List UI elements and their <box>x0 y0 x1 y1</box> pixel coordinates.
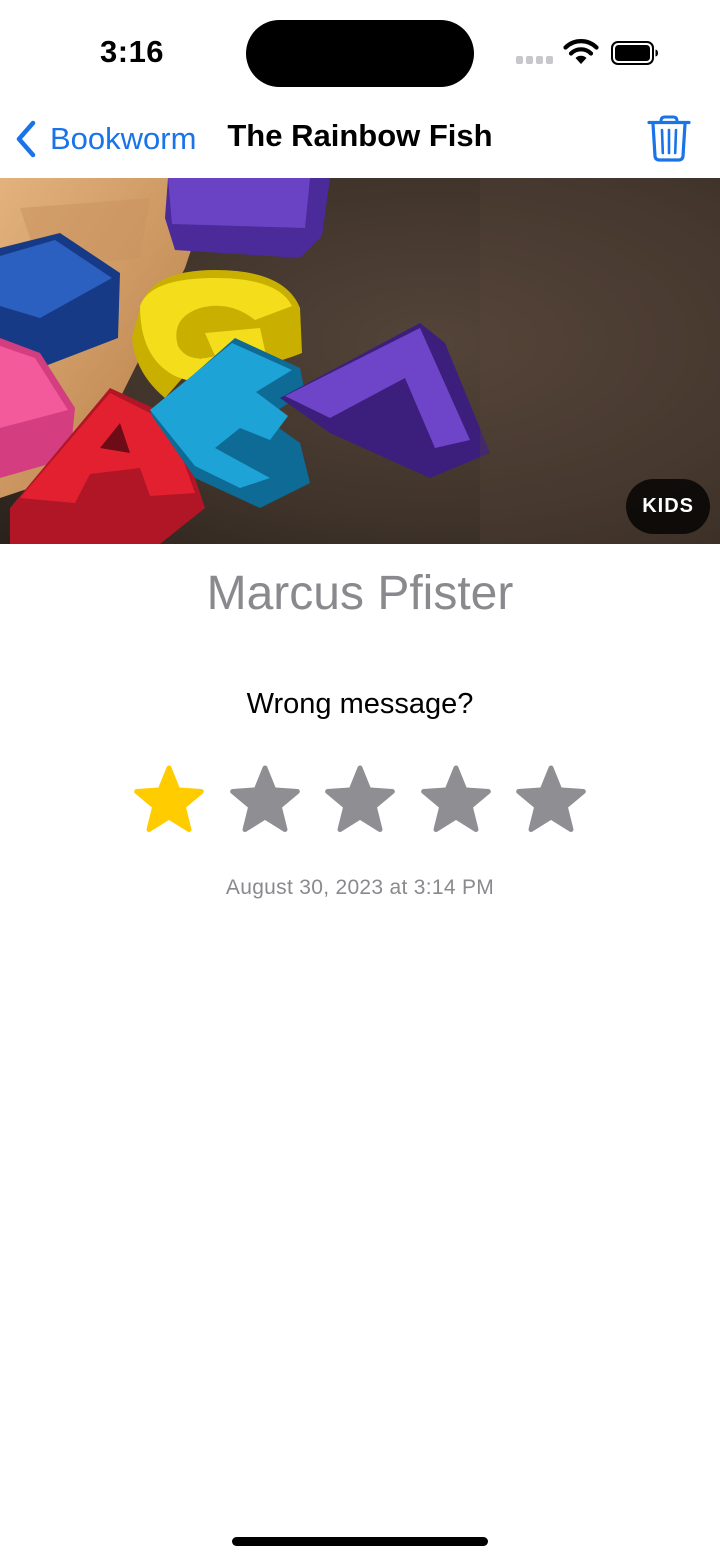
trash-icon[interactable] <box>646 114 692 162</box>
review-date: August 30, 2023 at 3:14 PM <box>225 876 495 899</box>
star-5-icon[interactable] <box>512 762 590 838</box>
book-cover-image: KIDS <box>0 178 720 544</box>
author-name: Marcus Pfister <box>206 567 514 620</box>
review-text: Wrong message? <box>246 688 474 720</box>
star-2-icon[interactable] <box>226 762 304 838</box>
wifi-icon <box>563 39 599 64</box>
star-3-icon[interactable] <box>321 762 399 838</box>
star-4-icon[interactable] <box>417 762 495 838</box>
page-title: The Rainbow Fish <box>227 118 493 153</box>
genre-badge: KIDS <box>626 479 710 534</box>
cellular-signal-icon <box>516 56 553 64</box>
alphabet-blocks-photo <box>0 178 720 544</box>
status-time: 3:16 <box>100 34 165 69</box>
dynamic-island <box>246 20 474 87</box>
rating-stars <box>130 762 590 838</box>
home-indicator[interactable] <box>232 1537 488 1546</box>
battery-icon <box>611 41 658 65</box>
star-1-icon[interactable] <box>130 762 208 838</box>
